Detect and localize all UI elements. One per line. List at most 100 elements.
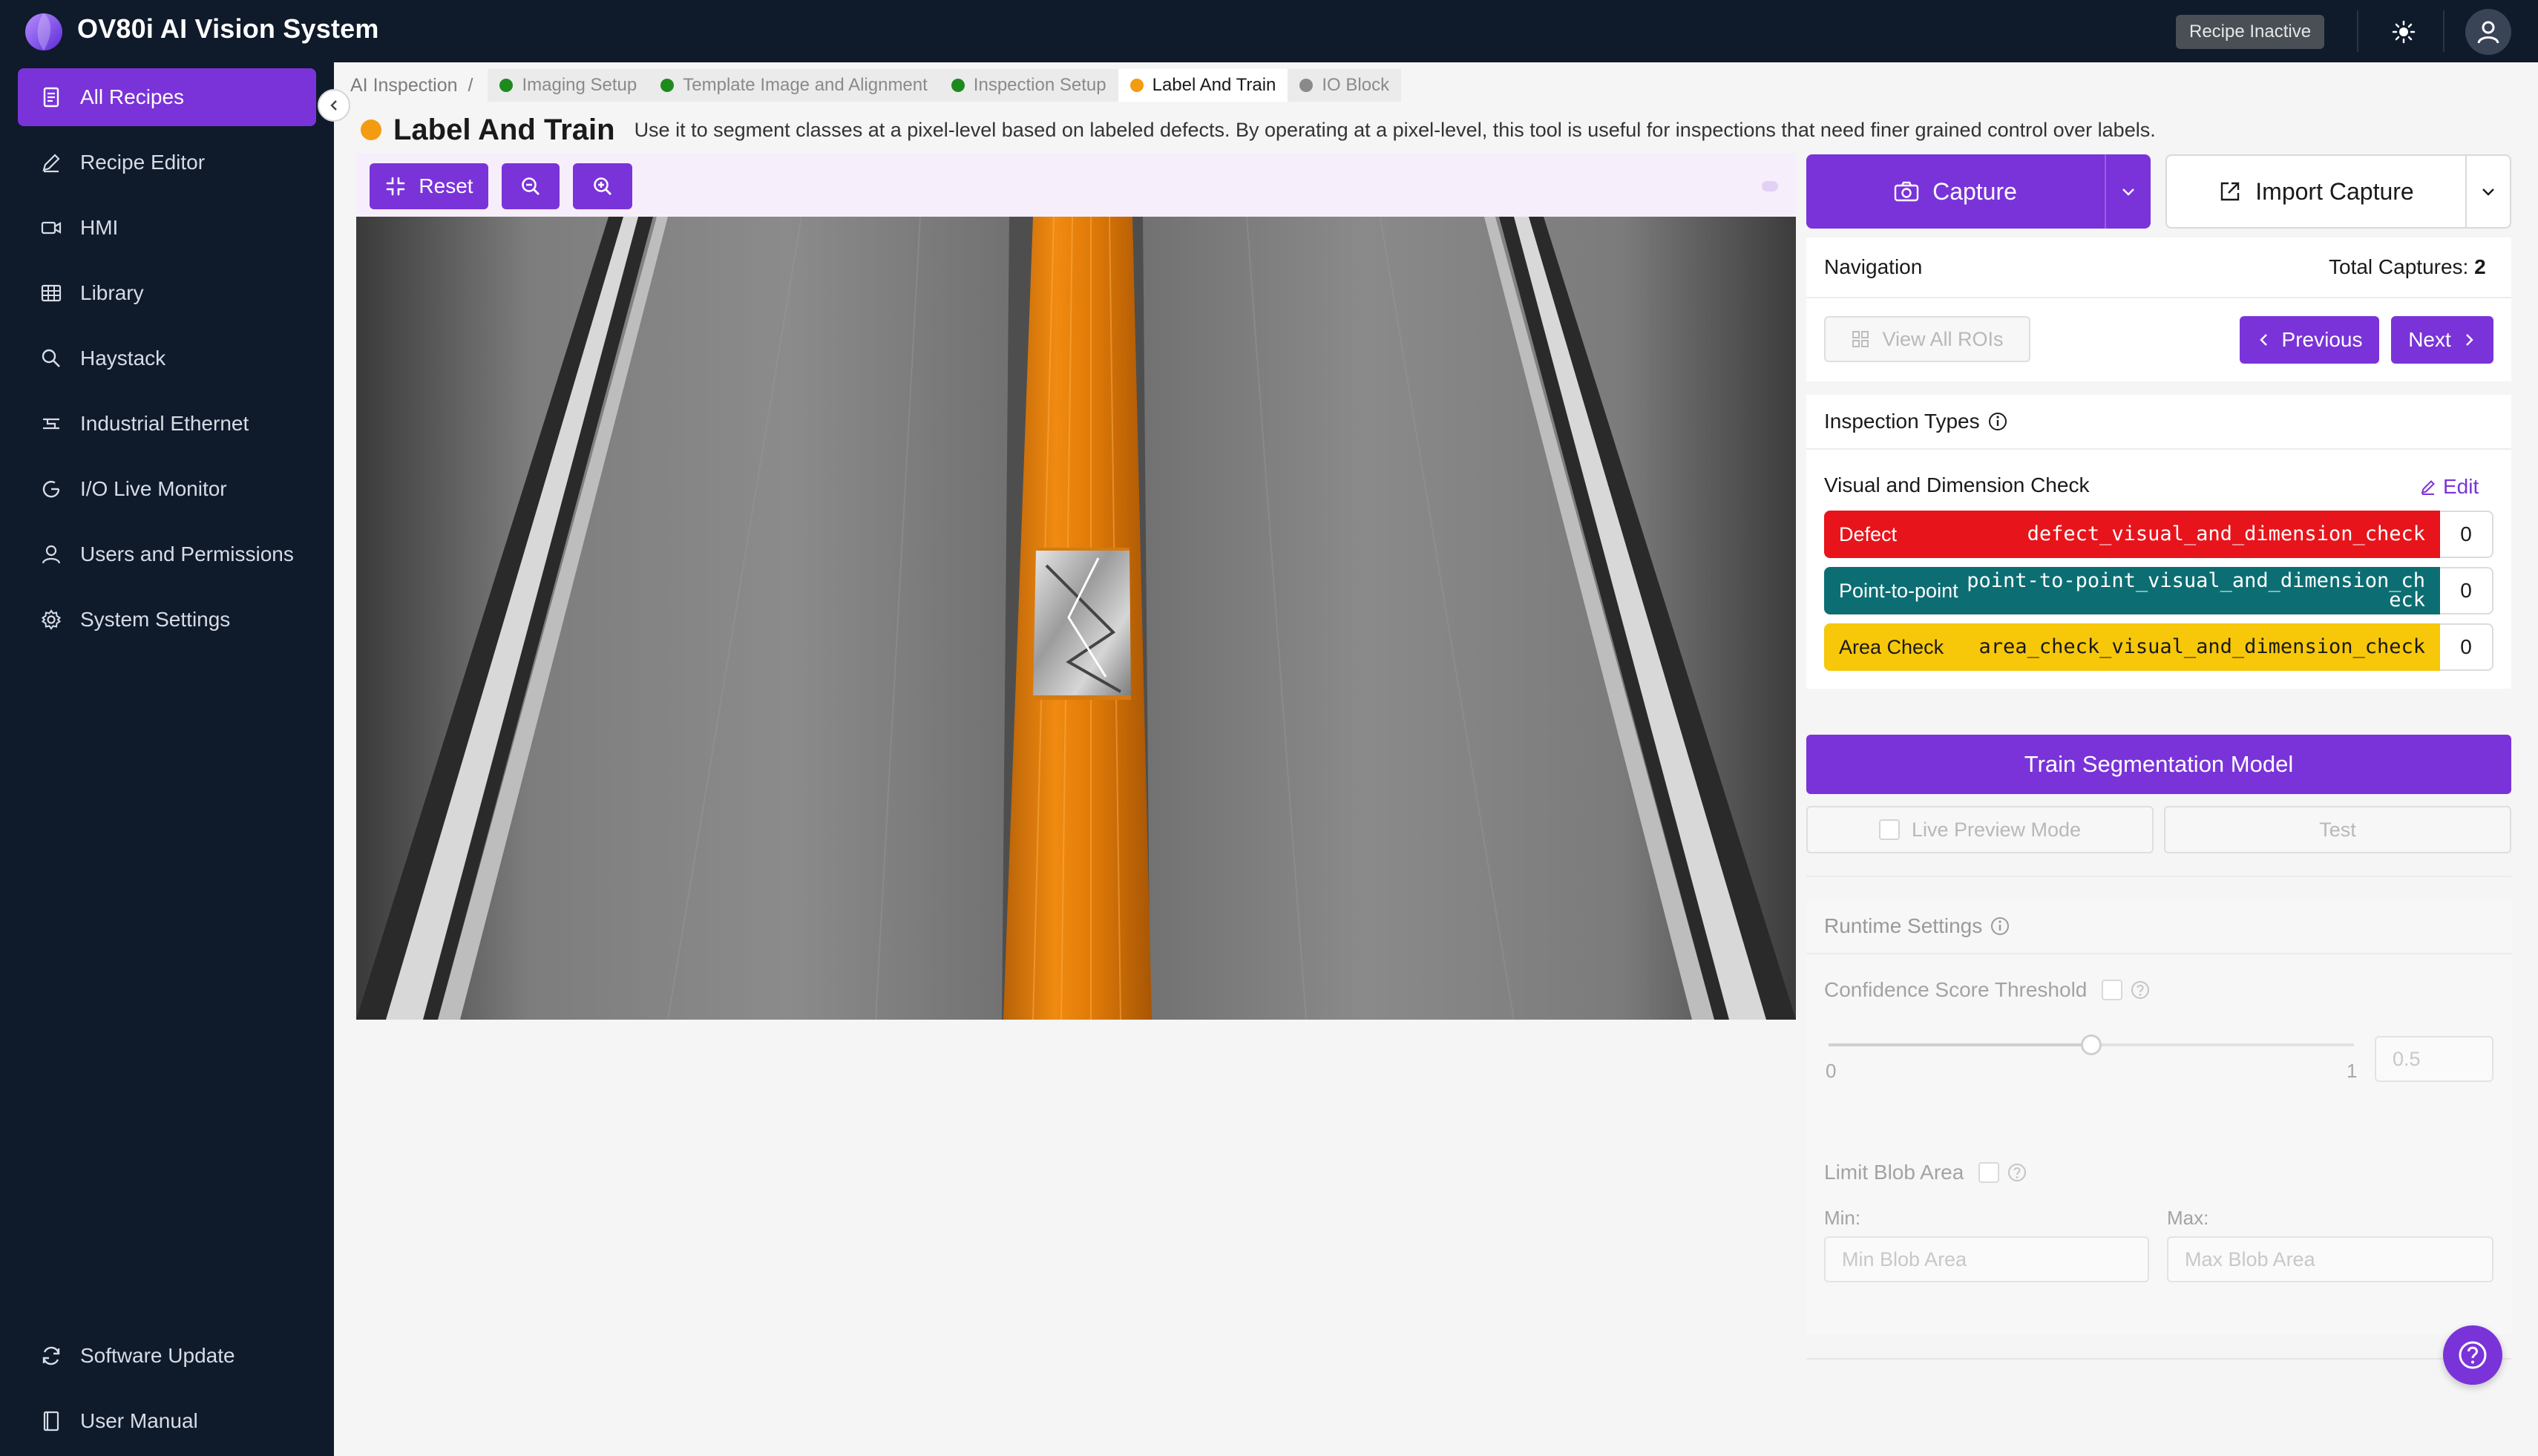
- class-name: Area Check: [1839, 636, 1944, 658]
- zoom-in-icon: [594, 177, 611, 195]
- page-description: Use it to segment classes at a pixel-lev…: [634, 118, 2156, 141]
- reset-label: Reset: [419, 174, 473, 197]
- max-blob-area-input[interactable]: Max Blob Area: [2167, 1236, 2493, 1282]
- sidebar-item-library[interactable]: Library: [18, 264, 316, 322]
- class-row-area-check[interactable]: Area Check area_check_visual_and_dimensi…: [1824, 623, 2493, 671]
- breadcrumb-step-template-image[interactable]: Template Image and Alignment: [649, 69, 940, 102]
- confidence-threshold-input[interactable]: 0.5: [2375, 1036, 2493, 1082]
- capture-button[interactable]: Capture: [1806, 154, 2106, 229]
- breadcrumb-step-inspection-setup[interactable]: Inspection Setup: [939, 69, 1118, 102]
- sidebar-item-io-live-monitor[interactable]: I/O Live Monitor: [18, 460, 316, 518]
- pencil-icon: [42, 154, 60, 173]
- sidebar-item-label: I/O Live Monitor: [80, 477, 227, 500]
- sidebar-item-recipe-editor[interactable]: Recipe Editor: [18, 134, 316, 191]
- breadcrumb-step-label-and-train[interactable]: Label And Train: [1118, 69, 1288, 102]
- live-preview-label: Live Preview Mode: [1911, 818, 2082, 841]
- divider: [1806, 297, 2511, 298]
- refresh-icon: [42, 1346, 60, 1365]
- previous-label: Previous: [2281, 328, 2363, 351]
- sidebar-item-label: Haystack: [80, 347, 166, 370]
- breadcrumb-root[interactable]: AI Inspection: [350, 75, 458, 96]
- breadcrumb: AI Inspection / Imaging Setup Template I…: [350, 67, 1402, 104]
- help-button[interactable]: [2443, 1325, 2502, 1385]
- limit-blob-area-checkbox[interactable]: [1978, 1162, 2000, 1183]
- min-blob-area-input[interactable]: Min Blob Area: [1824, 1236, 2149, 1282]
- view-all-rois-button[interactable]: View All ROIs: [1824, 316, 2030, 362]
- zoom-out-button[interactable]: [502, 163, 560, 209]
- capture-dropdown-button[interactable]: [2106, 154, 2151, 229]
- status-dot: [951, 79, 965, 92]
- chevron-left-icon: [2259, 334, 2267, 346]
- pencil-icon: [2421, 480, 2435, 495]
- sidebar-item-software-update[interactable]: Software Update: [18, 1327, 316, 1385]
- capture-label: Capture: [1932, 177, 2017, 205]
- capture-button-group: Capture: [1806, 154, 2151, 229]
- book-icon: [43, 1411, 59, 1432]
- inspection-image-canvas[interactable]: [356, 217, 1796, 1020]
- status-dot: [361, 119, 381, 140]
- next-button[interactable]: Next: [2391, 316, 2493, 364]
- sidebar-item-haystack[interactable]: Haystack: [18, 329, 316, 387]
- info-icon[interactable]: [1987, 411, 2008, 432]
- test-button[interactable]: Test: [2164, 806, 2511, 853]
- status-dot: [499, 79, 514, 92]
- sidebar-item-all-recipes[interactable]: All Recipes: [18, 68, 316, 126]
- zoom-in-button[interactable]: [573, 163, 632, 209]
- import-capture-button[interactable]: Import Capture: [2167, 156, 2467, 227]
- class-row-point-to-point[interactable]: Point-to-point point-to-point_visual_and…: [1824, 567, 2493, 614]
- breadcrumb-step-label: Imaging Setup: [522, 75, 637, 95]
- sidebar-item-label: Software Update: [80, 1344, 235, 1367]
- theme-toggle-button[interactable]: [2382, 10, 2425, 53]
- live-preview-mode-toggle[interactable]: Live Preview Mode: [1806, 806, 2154, 853]
- sidebar-item-label: HMI: [80, 216, 119, 239]
- live-preview-checkbox[interactable]: [1878, 819, 1900, 840]
- video-icon: [41, 221, 62, 235]
- inspection-types-header: Inspection Types: [1824, 410, 2008, 433]
- sidebar-item-industrial-ethernet[interactable]: Industrial Ethernet: [18, 395, 316, 453]
- breadcrumb-step-io-block[interactable]: IO Block: [1288, 69, 1402, 102]
- top-header: OV80i AI Vision System Recipe Inactive: [0, 0, 2538, 62]
- sidebar-collapse-button[interactable]: [318, 89, 350, 122]
- train-segmentation-model-button[interactable]: Train Segmentation Model: [1806, 735, 2511, 794]
- reset-button[interactable]: Reset: [370, 163, 488, 209]
- sidebar-item-users-and-permissions[interactable]: Users and Permissions: [18, 525, 316, 583]
- help-icon: [2459, 1341, 2487, 1369]
- breadcrumb-step-imaging-setup[interactable]: Imaging Setup: [488, 69, 649, 102]
- chevron-down-icon: [2122, 188, 2134, 196]
- confidence-threshold-header: Confidence Score Threshold: [1824, 978, 2151, 1002]
- sun-icon: [2392, 20, 2416, 44]
- check-name: Visual and Dimension Check: [1824, 473, 2090, 496]
- divider: [1806, 953, 2511, 954]
- confidence-slider-handle[interactable]: [2081, 1034, 2102, 1055]
- import-dropdown-button[interactable]: [2467, 156, 2510, 227]
- edit-button[interactable]: Edit: [2419, 475, 2479, 499]
- help-icon[interactable]: [2007, 1162, 2027, 1183]
- info-icon[interactable]: [1990, 916, 2010, 937]
- sidebar-item-user-manual[interactable]: User Manual: [18, 1392, 316, 1450]
- class-row-defect[interactable]: Defect defect_visual_and_dimension_check…: [1824, 511, 2493, 558]
- total-captures: Total Captures: 2: [2329, 255, 2486, 279]
- max-blob-label: Max:: [2167, 1207, 2209, 1229]
- sidebar-item-label: User Manual: [80, 1409, 198, 1432]
- previous-button[interactable]: Previous: [2240, 316, 2379, 364]
- sidebar-item-label: Industrial Ethernet: [80, 412, 249, 435]
- breadcrumb-step-label: Label And Train: [1152, 75, 1276, 95]
- status-dot: [660, 79, 675, 92]
- class-chip: Point-to-point point-to-point_visual_and…: [1824, 567, 2440, 614]
- class-count: 0: [2440, 567, 2493, 614]
- confidence-threshold-checkbox[interactable]: [2102, 980, 2123, 1000]
- sidebar-item-system-settings[interactable]: System Settings: [18, 591, 316, 649]
- header-divider: [2443, 10, 2444, 52]
- confidence-slider-fill: [1829, 1043, 2091, 1046]
- breadcrumb-step-label: Inspection Setup: [973, 75, 1106, 95]
- class-chip: Defect defect_visual_and_dimension_check: [1824, 511, 2440, 558]
- import-capture-button-group: Import Capture: [2165, 154, 2511, 229]
- sidebar-item-hmi[interactable]: HMI: [18, 199, 316, 257]
- app-logo-icon: [22, 9, 65, 52]
- user-avatar-button[interactable]: [2465, 9, 2511, 55]
- class-name: Defect: [1839, 523, 1898, 545]
- navigation-title: Navigation: [1824, 255, 1923, 278]
- gauge-icon: [42, 480, 60, 498]
- chevron-down-icon: [2482, 188, 2494, 196]
- help-icon[interactable]: [2130, 980, 2151, 1000]
